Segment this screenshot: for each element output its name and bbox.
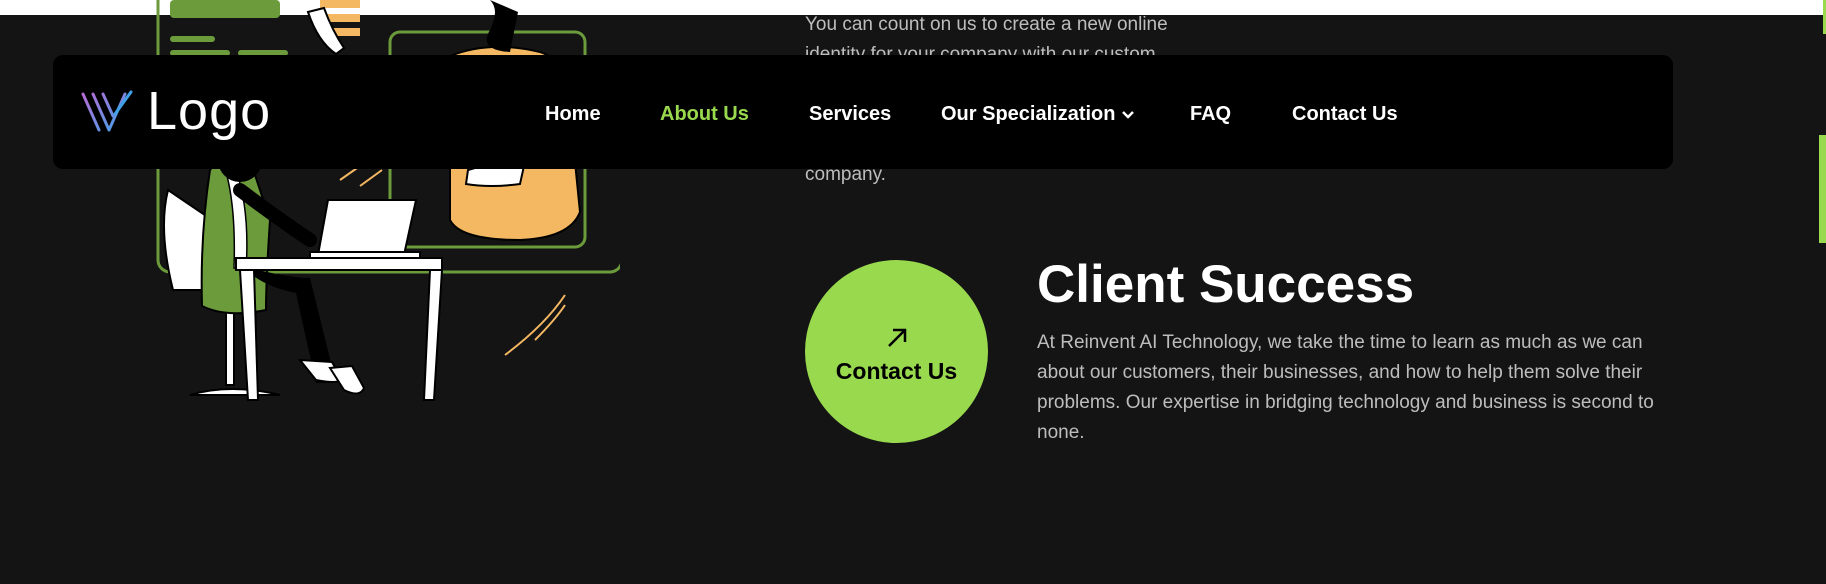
- section-body: At Reinvent AI Technology, we take the t…: [1037, 332, 1654, 443]
- nav-item-services[interactable]: Services: [809, 102, 891, 126]
- nav-menu: Home About Us Services Our Specializatio…: [53, 55, 1673, 169]
- section-title: Client Success: [1037, 255, 1415, 314]
- right-edge-accent: [1819, 135, 1826, 243]
- nav-item-our-specialization-label: Our Specialization: [941, 103, 1116, 125]
- cta-label: Contact Us: [835, 358, 958, 384]
- main-navbar: Logo Home About Us Services Our Speciali…: [53, 55, 1673, 169]
- nav-item-home[interactable]: Home: [545, 102, 601, 126]
- nav-item-contact-us[interactable]: Contact Us: [1292, 102, 1398, 126]
- nav-item-our-specialization[interactable]: Our Specialization: [941, 102, 1135, 126]
- arrow-up-right-icon: [887, 328, 906, 347]
- nav-item-faq[interactable]: FAQ: [1190, 102, 1231, 126]
- contact-us-cta-button[interactable]: Contact Us: [805, 260, 988, 443]
- nav-item-about-us[interactable]: About Us: [660, 102, 749, 126]
- chevron-down-icon: [1122, 110, 1135, 119]
